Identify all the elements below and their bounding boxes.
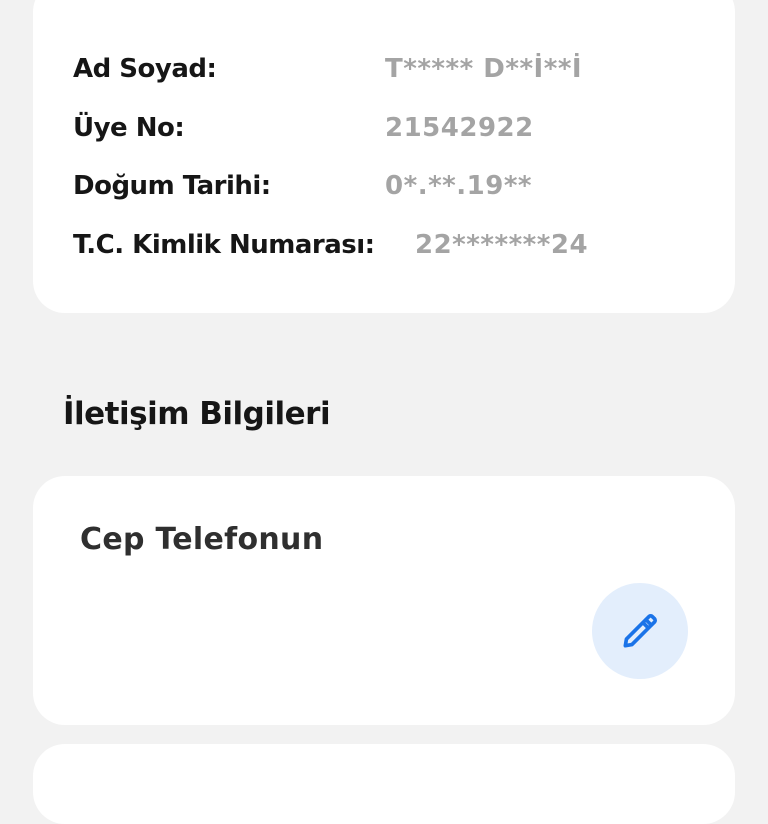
edit-phone-button[interactable] [592,583,688,679]
personal-info-card: Ad Soyad: T***** D**İ**İ Üye No: 2154292… [33,0,735,313]
member-no-label: Üye No: [73,113,185,143]
name-label: Ad Soyad: [73,54,217,84]
birth-date-value: 0*.**.19** [385,171,533,201]
member-no-row: Üye No: 21542922 [73,108,695,148]
phone-card: Cep Telefonun [33,476,735,725]
national-id-label: T.C. Kimlik Numarası: [73,230,375,260]
phone-label: Cep Telefonun [80,522,324,557]
name-value: T***** D**İ**İ [385,54,583,84]
contact-section-title: İletişim Bilgileri [63,396,331,432]
member-no-value: 21542922 [385,113,534,143]
pencil-icon [623,614,657,648]
birth-date-label: Doğum Tarihi: [73,171,271,201]
next-card [33,744,735,824]
birth-date-row: Doğum Tarihi: 0*.**.19** [73,166,695,206]
national-id-row: T.C. Kimlik Numarası: 22*******24 [73,225,695,265]
national-id-value: 22*******24 [415,230,589,260]
name-row: Ad Soyad: T***** D**İ**İ [73,49,695,89]
